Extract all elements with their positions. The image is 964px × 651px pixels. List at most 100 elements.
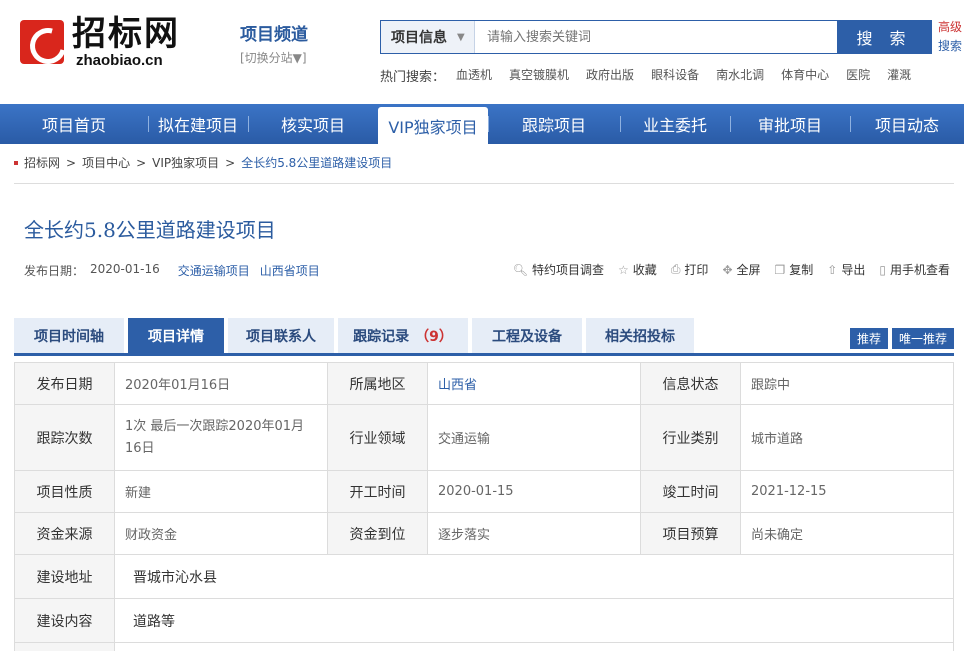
field-label: 竣工时间 <box>640 470 741 513</box>
logo[interactable]: 招标网 zhaobiao.cn <box>20 16 195 69</box>
nav-item-owner[interactable]: 业主委托 <box>620 104 730 144</box>
mobile-icon: ▯ <box>879 262 886 277</box>
field-label: 行业类别 <box>640 404 741 471</box>
table-row: 资金来源 财政资金 资金到位 逐步落实 项目预算 尚未确定 <box>14 512 954 555</box>
logo-en: zhaobiao.cn <box>76 52 163 69</box>
star-icon: ☆ <box>618 262 629 277</box>
hot-searches: 热门搜索： 血透机 真空镀膜机 政府出版 眼科设备 南水北调 体育中心 医院 灌… <box>380 66 911 85</box>
table-row: 项目性质 新建 开工时间 2020-01-15 竣工时间 2021-12-15 <box>14 470 954 513</box>
tab-contacts[interactable]: 项目联系人 <box>228 318 334 353</box>
tab-tracking-label: 跟踪记录 <box>353 328 410 345</box>
field-value: 1次 最后一次跟踪2020年01月16日 <box>114 404 328 471</box>
switch-branch-link[interactable]: [切换分站▼] <box>240 49 308 66</box>
field-value: 尚未确定 <box>740 512 954 555</box>
table-row <box>14 642 954 651</box>
tag-region[interactable]: 山西省项目 <box>260 262 320 279</box>
tag-industry[interactable]: 交通运输项目 <box>178 262 250 279</box>
table-row: 跟踪次数 1次 最后一次跟踪2020年01月16日 行业领域 交通运输 行业类别… <box>14 404 954 471</box>
hot-search-item[interactable]: 灌溉 <box>887 66 911 85</box>
hot-search-item[interactable]: 真空镀膜机 <box>509 66 569 85</box>
advanced-search-line2: 搜索 <box>938 39 963 53</box>
hot-search-label: 热门搜索： <box>380 70 446 85</box>
search-bar: 项目信息 ▼ 搜 索 <box>380 20 932 54</box>
field-value: 逐步落实 <box>427 512 641 555</box>
print-label: 打印 <box>684 263 709 277</box>
recommend-buttons: 推荐 唯一推荐 <box>849 328 954 349</box>
search-input[interactable] <box>475 21 837 53</box>
tab-details[interactable]: 项目详情 <box>128 318 224 353</box>
field-label: 项目预算 <box>640 512 741 555</box>
survey-label: 特约项目调查 <box>532 263 605 277</box>
field-value: 交通运输 <box>427 404 641 471</box>
table-row: 建设地址 晋城市沁水县 <box>14 554 954 599</box>
channel-title: 项目频道 <box>240 25 308 45</box>
table-row: 建设内容 道路等 <box>14 598 954 643</box>
unique-recommend-button[interactable]: 唯一推荐 <box>891 328 954 349</box>
hot-search-item[interactable]: 南水北调 <box>716 66 764 85</box>
breadcrumb-item[interactable]: VIP独家项目 <box>152 154 219 171</box>
field-value: 2020-01-15 <box>427 470 641 513</box>
breadcrumb-item[interactable]: 招标网 <box>24 154 60 171</box>
nav-item-vip[interactable]: VIP独家项目 <box>378 107 488 144</box>
nav-item-verified[interactable]: 核实项目 <box>248 104 378 144</box>
hot-search-item[interactable]: 血透机 <box>456 66 492 85</box>
favorite-label: 收藏 <box>632 263 657 277</box>
detail-tabs: 项目时间轴 项目详情 项目联系人 跟踪记录 （9） 工程及设备 相关招投标 推荐 … <box>14 318 954 356</box>
tab-tracking[interactable]: 跟踪记录 （9） <box>338 318 468 353</box>
advanced-search-line1: 高级 <box>938 20 963 34</box>
export-label: 导出 <box>841 263 866 277</box>
field-label: 发布日期 <box>14 362 115 405</box>
print-button[interactable]: ⎙ 打印 <box>671 261 709 278</box>
field-label: 资金来源 <box>14 512 115 555</box>
field-value <box>114 642 954 651</box>
copy-button[interactable]: ❐ 复制 <box>775 261 814 278</box>
field-label <box>14 642 115 651</box>
hot-search-item[interactable]: 体育中心 <box>781 66 829 85</box>
caret-down-icon: ▼ <box>457 31 465 43</box>
details-table: 发布日期 2020年01月16日 所属地区 山西省 信息状态 跟踪中 跟踪次数 … <box>14 362 954 651</box>
breadcrumb: 招标网 > 项目中心 > VIP独家项目 > 全长约5.8公里道路建设项目 <box>14 154 392 171</box>
field-value: 道路等 <box>114 598 954 643</box>
export-icon: ⇧ <box>827 262 838 277</box>
mobile-view-label: 用手机查看 <box>889 263 950 277</box>
field-label: 项目性质 <box>14 470 115 513</box>
mobile-view-button[interactable]: ▯ 用手机查看 <box>879 261 950 278</box>
export-button[interactable]: ⇧ 导出 <box>827 261 865 278</box>
hot-search-item[interactable]: 医院 <box>846 66 870 85</box>
nav-item-news[interactable]: 项目动态 <box>850 104 964 144</box>
nav-item-planned[interactable]: 拟在建项目 <box>148 104 248 144</box>
advanced-search-link[interactable]: 高级 搜索 <box>938 18 964 56</box>
favorite-button[interactable]: ☆ 收藏 <box>618 261 657 278</box>
tab-tenders[interactable]: 相关招投标 <box>586 318 694 353</box>
recommend-button[interactable]: 推荐 <box>849 328 888 349</box>
search-icon: 🔍︎ <box>512 262 529 277</box>
toolbar: 🔍︎ 特约项目调查 ☆ 收藏 ⎙ 打印 ✥ 全屏 ❐ 复制 ⇧ 导出 ▯ 用手机查看 <box>513 261 950 278</box>
field-label: 信息状态 <box>640 362 741 405</box>
fullscreen-button[interactable]: ✥ 全屏 <box>722 261 760 278</box>
bullet-icon <box>14 160 18 165</box>
nav-item-tracking[interactable]: 跟踪项目 <box>488 104 620 144</box>
fullscreen-icon: ✥ <box>722 262 733 277</box>
main-nav: 项目首页 拟在建项目 核实项目 VIP独家项目 跟踪项目 业主委托 审批项目 项… <box>0 104 964 144</box>
chevron-right-icon: > <box>66 155 77 170</box>
hot-search-item[interactable]: 政府出版 <box>586 66 634 85</box>
print-icon: ⎙ <box>670 262 681 276</box>
search-button[interactable]: 搜 索 <box>837 21 931 53</box>
field-value: 2020年01月16日 <box>114 362 328 405</box>
fullscreen-label: 全屏 <box>736 263 761 277</box>
field-value: 跟踪中 <box>740 362 954 405</box>
field-value: 财政资金 <box>114 512 328 555</box>
page-title: 全长约5.8公里道路建设项目 <box>24 218 276 242</box>
search-category-select[interactable]: 项目信息 ▼ <box>381 21 475 53</box>
field-value-link[interactable]: 山西省 <box>427 362 641 405</box>
nav-item-home[interactable]: 项目首页 <box>0 104 148 144</box>
nav-item-approval[interactable]: 审批项目 <box>730 104 850 144</box>
field-value: 2021-12-15 <box>740 470 954 513</box>
hot-search-item[interactable]: 眼科设备 <box>651 66 699 85</box>
breadcrumb-item[interactable]: 项目中心 <box>82 154 130 171</box>
field-label: 建设内容 <box>14 598 115 643</box>
tab-engineering[interactable]: 工程及设备 <box>472 318 582 353</box>
field-value: 城市道路 <box>740 404 954 471</box>
survey-button[interactable]: 🔍︎ 特约项目调查 <box>513 261 604 278</box>
tab-timeline[interactable]: 项目时间轴 <box>14 318 124 353</box>
